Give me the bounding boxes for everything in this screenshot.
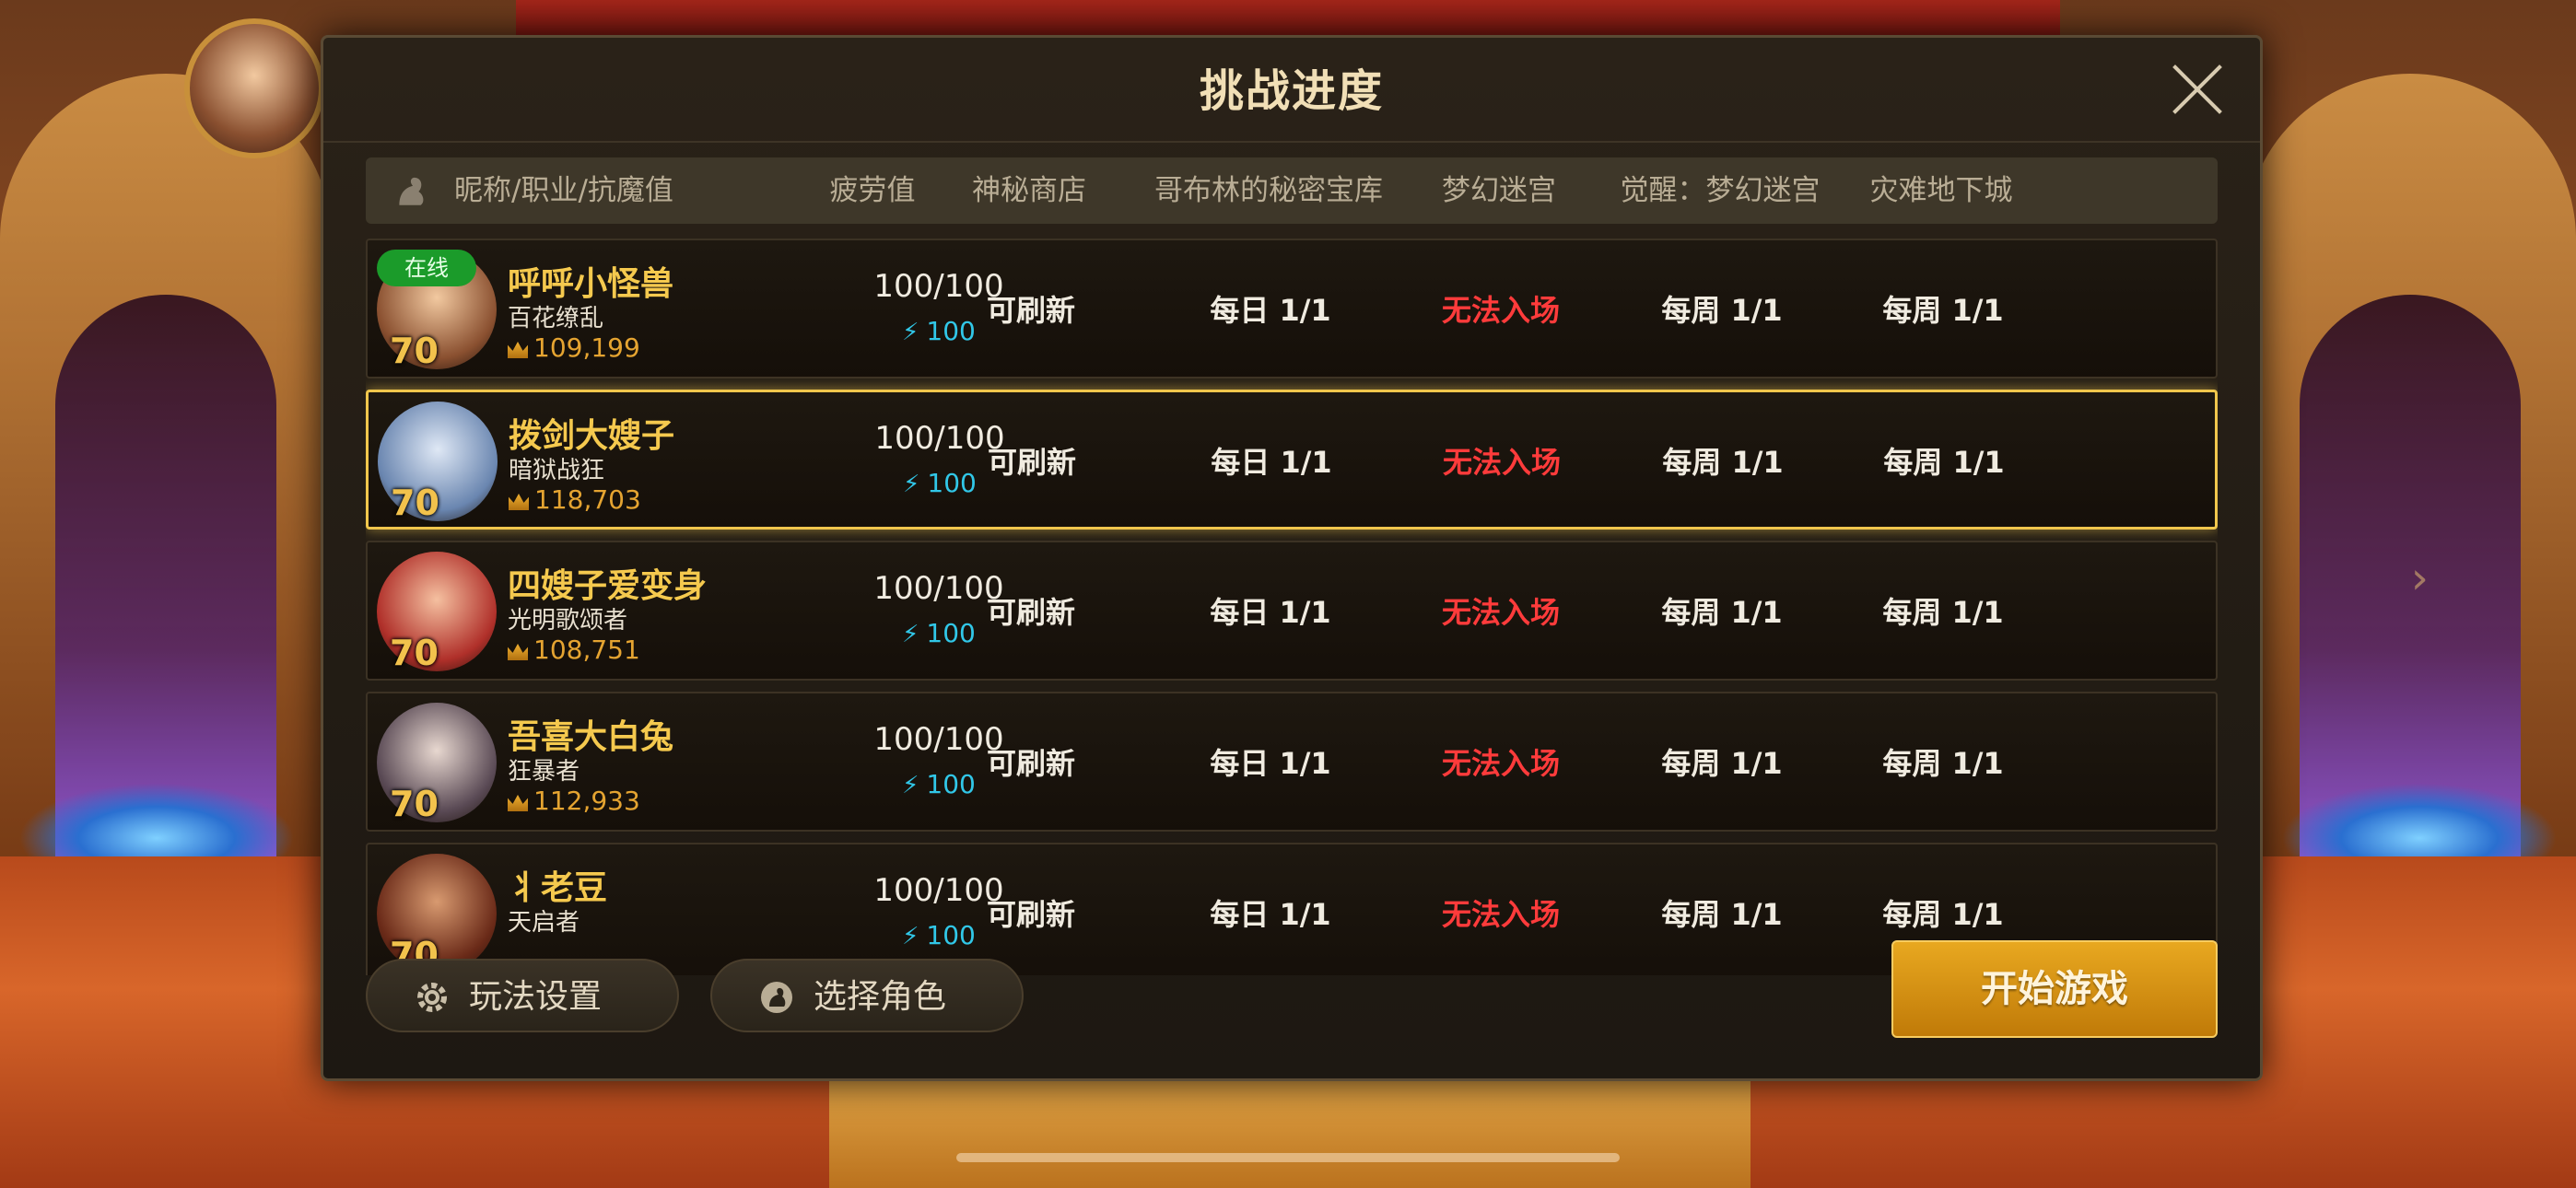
right-archway bbox=[2244, 74, 2576, 903]
gameplay-settings-label: 玩法设置 bbox=[469, 978, 603, 1016]
goblin-vault-status: 每日 1/1 bbox=[1210, 293, 1331, 328]
anti-magic-value: 118,703 bbox=[509, 484, 641, 515]
character-name: 丬老豆 bbox=[508, 869, 608, 907]
header-nickname: 昵称/职业/抗魔值 bbox=[454, 174, 673, 207]
anti-magic-value: 112,933 bbox=[508, 786, 640, 816]
character-row[interactable]: 70 四嫂子爱变身 光明歌颂者 108,751 100/100 ⚡ 100 可刷新 每日 1/1… bbox=[366, 541, 2218, 681]
disaster-dungeon-status: 每周 1/1 bbox=[1882, 293, 2004, 328]
character-name: 四嫂子爱变身 bbox=[508, 567, 708, 605]
crown-icon bbox=[508, 342, 528, 358]
character-row[interactable]: 在线 70 呼呼小怪兽 百花缭乱 109,199 100/100 ⚡ 100 可刷新 每日 1/1… bbox=[366, 239, 2218, 379]
character-list[interactable]: 在线 70 呼呼小怪兽 百花缭乱 109,199 100/100 ⚡ 100 可刷新 每日 1/1… bbox=[366, 239, 2218, 975]
disaster-dungeon-status: 每周 1/1 bbox=[1882, 746, 2004, 781]
dialog-header: 挑战进度 bbox=[323, 38, 2260, 143]
player-avatar[interactable] bbox=[184, 18, 324, 158]
character-avatar: 在线 70 bbox=[377, 250, 497, 369]
goblin-vault-status: 每日 1/1 bbox=[1211, 445, 1332, 480]
character-name: 拨剑大嫂子 bbox=[509, 417, 675, 455]
character-icon bbox=[399, 177, 424, 205]
character-class: 百花缭乱 bbox=[508, 305, 604, 332]
character-row[interactable]: 70 拨剑大嫂子 暗狱战狂 118,703 100/100 ⚡ 100 可刷新 每日 1/1 无法… bbox=[366, 390, 2218, 530]
select-character-button[interactable]: 选择角色 bbox=[710, 959, 1024, 1032]
character-avatar: 70 bbox=[377, 552, 497, 671]
character-level: 70 bbox=[390, 633, 439, 671]
character-class: 狂暴者 bbox=[508, 758, 580, 786]
table-header: 昵称/职业/抗魔值 疲劳值 神秘商店 哥布林的秘密宝库 梦幻迷宫 觉醒：梦幻迷宫… bbox=[366, 157, 2218, 224]
anti-magic-number: 108,751 bbox=[533, 635, 640, 665]
character-name: 吾喜大白兔 bbox=[508, 718, 674, 756]
character-class: 天启者 bbox=[508, 909, 580, 937]
left-archway bbox=[0, 74, 332, 903]
dialog-title: 挑战进度 bbox=[1199, 65, 1384, 117]
home-indicator[interactable] bbox=[956, 1153, 1620, 1162]
start-game-button[interactable]: 开始游戏 bbox=[1891, 940, 2218, 1038]
anti-magic-value: 109,199 bbox=[508, 332, 640, 363]
select-character-label: 选择角色 bbox=[814, 978, 947, 1016]
goblin-vault-status: 每日 1/1 bbox=[1210, 595, 1331, 630]
character-class: 暗狱战狂 bbox=[509, 457, 605, 484]
disaster-dungeon-status: 每周 1/1 bbox=[1882, 595, 2004, 630]
close-button[interactable] bbox=[2170, 62, 2225, 117]
character-level: 70 bbox=[391, 483, 439, 521]
crown-icon bbox=[508, 795, 528, 811]
crown-icon bbox=[508, 644, 528, 660]
character-avatar: 70 bbox=[377, 703, 497, 822]
anti-magic-number: 118,703 bbox=[534, 484, 641, 515]
dialog-footer: 玩法设置 选择角色 开始游戏 bbox=[323, 940, 2260, 1078]
chevron-right-icon[interactable]: › bbox=[2411, 553, 2429, 604]
anti-magic-value: 108,751 bbox=[508, 635, 640, 665]
anti-magic-number: 109,199 bbox=[533, 332, 640, 363]
character-level: 70 bbox=[390, 784, 439, 822]
character-select-icon bbox=[761, 982, 792, 1013]
character-name: 呼呼小怪兽 bbox=[508, 265, 674, 303]
challenge-progress-dialog: 挑战进度 昵称/职业/抗魔值 疲劳值 神秘商店 哥布林的秘密宝库 梦幻迷宫 觉醒… bbox=[321, 35, 2263, 1081]
header-goblin-vault: 哥布林的秘密宝库 bbox=[1154, 174, 1383, 207]
goblin-vault-status: 每日 1/1 bbox=[1210, 746, 1331, 781]
gameplay-settings-button[interactable]: 玩法设置 bbox=[366, 959, 679, 1032]
character-level: 70 bbox=[390, 331, 439, 369]
character-row[interactable]: 70 吾喜大白兔 狂暴者 112,933 100/100 ⚡ 100 可刷新 每日 1/1 无法入… bbox=[366, 692, 2218, 832]
gear-icon bbox=[417, 983, 447, 1012]
anti-magic-number: 112,933 bbox=[533, 786, 640, 816]
character-class: 光明歌颂者 bbox=[508, 607, 628, 635]
online-badge: 在线 bbox=[377, 250, 476, 286]
character-avatar: 70 bbox=[378, 402, 498, 521]
header-disaster-dungeon: 灾难地下城 bbox=[1869, 174, 2013, 207]
disaster-dungeon-status: 每周 1/1 bbox=[1883, 445, 2005, 480]
crown-icon bbox=[509, 494, 529, 510]
